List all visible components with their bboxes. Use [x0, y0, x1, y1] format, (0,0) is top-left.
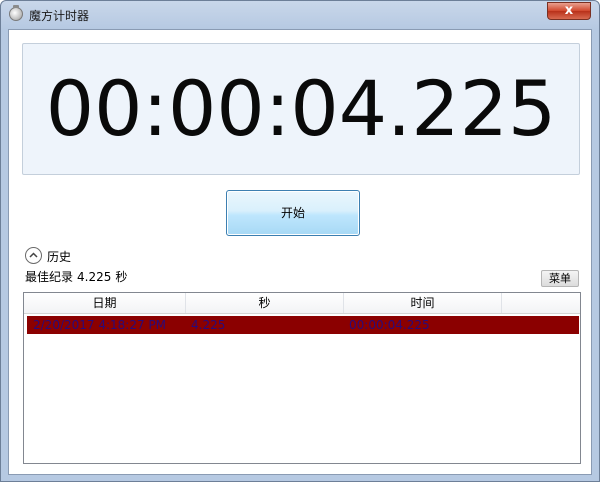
column-header-seconds[interactable]: 秒 [186, 293, 344, 313]
menu-button[interactable]: 菜单 [541, 270, 579, 287]
timer-display: 00:00:04.225 [45, 64, 557, 153]
stopwatch-icon [9, 5, 23, 21]
best-record: 最佳纪录 4.225 秒 [25, 268, 131, 285]
start-button[interactable]: 开始 [226, 190, 360, 236]
cell-seconds: 4.225 [191, 318, 226, 332]
cell-date: 2/20/2017 4:18:27 PM [33, 318, 167, 332]
table-row[interactable]: 2/20/2017 4:18:27 PM 4.225 00:00:04.225 [27, 316, 579, 334]
table-header: 日期 秒 时间 [24, 293, 580, 314]
column-header-filler [502, 293, 580, 313]
window-title: 魔方计时器 [29, 9, 90, 23]
close-button[interactable]: x [547, 2, 591, 20]
title-bar[interactable]: 魔方计时器 x [1, 1, 599, 29]
app-window: 魔方计时器 x 00:00:04.225 开始 历史 最佳纪录 4.225 秒 菜单… [0, 0, 600, 482]
history-table: 日期 秒 时间 2/20/2017 4:18:27 PM 4.225 00:00… [23, 292, 581, 464]
best-record-value: 4.225 [77, 270, 112, 284]
cell-time: 00:00:04.225 [349, 318, 430, 332]
client-area: 00:00:04.225 开始 历史 最佳纪录 4.225 秒 菜单 日期 秒 时间… [8, 29, 592, 475]
chevron-up-icon [29, 252, 38, 258]
column-header-time[interactable]: 时间 [344, 293, 502, 313]
history-label: 历史 [47, 250, 72, 264]
best-record-unit: 秒 [115, 270, 128, 284]
column-header-date[interactable]: 日期 [24, 293, 186, 313]
best-record-prefix: 最佳纪录 [25, 270, 74, 284]
history-collapse-toggle[interactable] [25, 247, 42, 264]
timer-panel: 00:00:04.225 [22, 43, 580, 175]
